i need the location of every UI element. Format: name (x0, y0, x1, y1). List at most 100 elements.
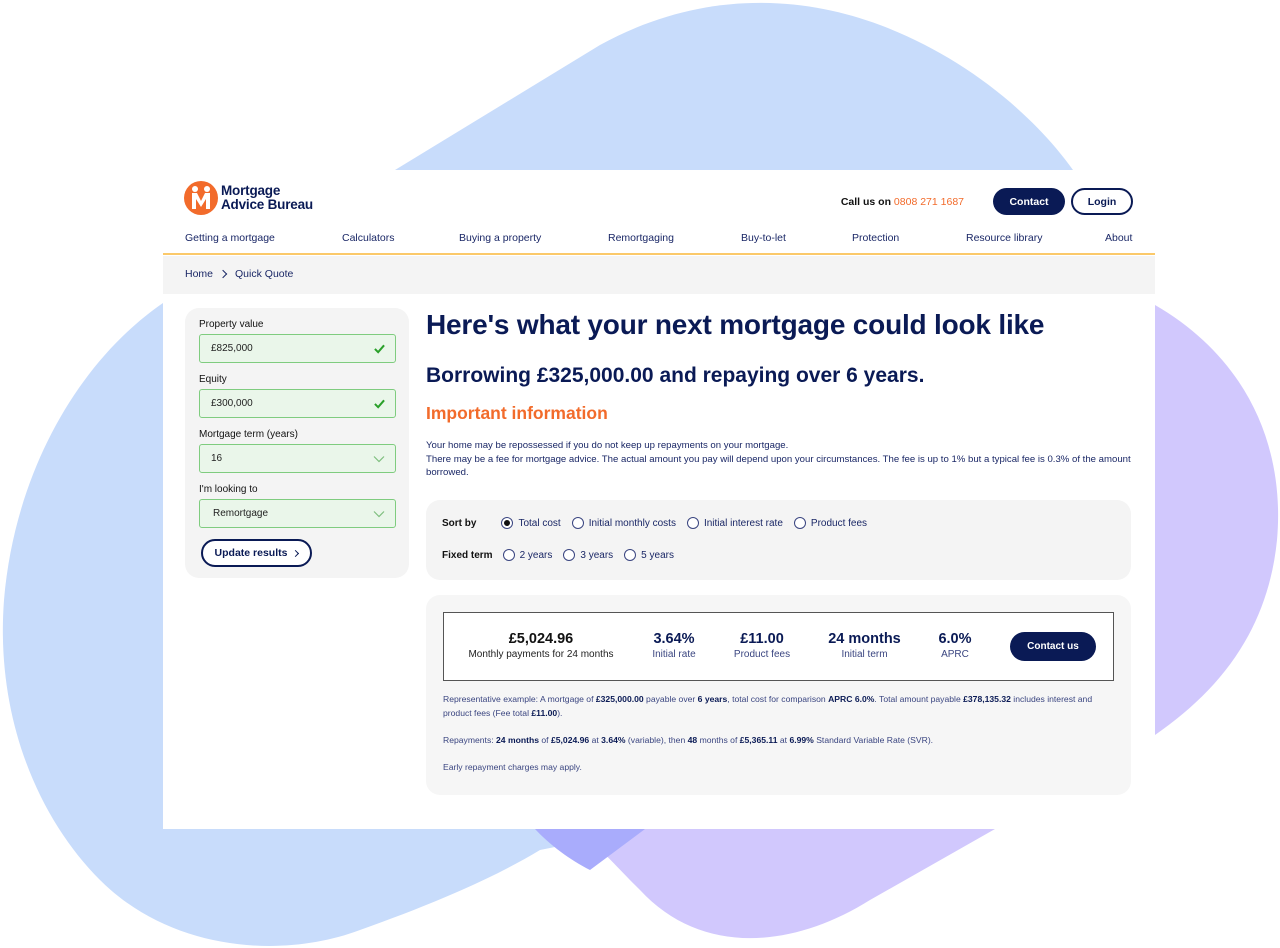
chevron-right-icon (292, 549, 300, 557)
results-intro: Here's what your next mortgage could loo… (426, 308, 1132, 480)
breadcrumb-bar: Home Quick Quote (163, 256, 1155, 294)
initial-term-label: Initial term (841, 649, 888, 660)
breadcrumb-current: Quick Quote (235, 268, 294, 280)
fixed-term-label: Fixed term (442, 549, 493, 561)
repay-initial-payment: £5,024.96 (550, 735, 590, 745)
nav-item-calculators[interactable]: Calculators (342, 232, 395, 244)
nav-item-getting-a-mortgage[interactable]: Getting a mortgage (185, 232, 275, 244)
initial-term-stat: 24 months Initial term (817, 631, 912, 662)
repay-text: (variable), then (625, 735, 688, 745)
initial-rate-stat: 3.64% Initial rate (644, 631, 704, 662)
sort-filter-panel: Sort by Total cost Initial monthly costs… (426, 500, 1131, 580)
sort-option-label: Product fees (810, 517, 868, 529)
repay-text: Repayments: (443, 735, 497, 745)
site-header: Mortgage Advice Bureau Call us on 0808 2… (163, 170, 1155, 232)
site-logo[interactable]: Mortgage Advice Bureau (184, 181, 313, 215)
sort-option-label: Total cost (518, 517, 561, 529)
repay-initial-months: 24 months (496, 735, 540, 745)
nav-item-resource-library[interactable]: Resource library (966, 232, 1042, 244)
nav-item-remortgaging[interactable]: Remortgaging (608, 232, 674, 244)
mortgage-term-select[interactable]: 16 (199, 444, 396, 473)
results-panel: £5,024.96 Monthly payments for 24 months… (426, 595, 1131, 795)
breadcrumb-home[interactable]: Home (185, 268, 213, 280)
repay-svr-rate: 6.99% (789, 735, 814, 745)
update-results-button[interactable]: Update results (201, 539, 312, 567)
breadcrumb: Home Quick Quote (185, 268, 293, 280)
property-value-input[interactable]: £825,000 (199, 334, 396, 363)
repay-later-payment: £5,365.11 (739, 735, 778, 745)
contact-button[interactable]: Contact (993, 188, 1065, 215)
fixed-term-5-years-radio[interactable]: 5 years (624, 549, 674, 561)
important-info-text: Your home may be repossessed if you do n… (426, 439, 1132, 480)
contact-us-button[interactable]: Contact us (1010, 632, 1096, 661)
page-card: Mortgage Advice Bureau Call us on 0808 2… (163, 170, 1155, 829)
repay-text: at (777, 735, 790, 745)
advice-fee-notice: There may be a fee for mortgage advice. … (426, 453, 1131, 479)
nav-item-buy-to-let[interactable]: Buy-to-let (741, 232, 786, 244)
radio-icon (571, 517, 584, 529)
repay-text: at (589, 735, 602, 745)
rep-text: Representative example: A mortgage of (443, 694, 596, 704)
header-actions: Call us on 0808 271 1687 Contact Login (841, 188, 1133, 215)
radio-icon (563, 549, 576, 561)
sort-by-label: Sort by (442, 517, 477, 529)
looking-to-select[interactable]: Remortgage (199, 499, 396, 528)
representative-example: Representative example: A mortgage of £3… (443, 693, 1113, 720)
nav-item-buying-a-property[interactable]: Buying a property (459, 232, 541, 244)
aprc-stat: 6.0% APRC (931, 631, 979, 662)
logo-line-1: Mortgage (221, 183, 281, 198)
sort-initial-interest-rate-radio[interactable]: Initial interest rate (686, 517, 783, 529)
looking-to-value: Remortgage (213, 508, 269, 519)
logo-text: Mortgage Advice Bureau (221, 184, 313, 212)
equity-text: £300,000 (211, 398, 253, 409)
repay-text: of (539, 735, 551, 745)
repay-initial-rate: 3.64% (601, 735, 626, 745)
product-fees-stat: £11.00 Product fees (727, 631, 797, 662)
rep-amount: £325,000.00 (595, 694, 644, 704)
equity-label: Equity (199, 374, 227, 385)
check-icon (374, 344, 385, 354)
mab-handshake-logo-icon (184, 181, 218, 215)
fixed-term-option-label: 2 years (519, 549, 553, 561)
phone-number-link[interactable]: 0808 271 1687 (894, 196, 964, 208)
sort-product-fees-radio[interactable]: Product fees (793, 517, 868, 529)
nav-item-about[interactable]: About (1105, 232, 1132, 244)
radio-icon (502, 549, 515, 561)
initial-rate-value: 3.64% (653, 631, 695, 647)
monthly-payment-label: Monthly payments for 24 months (468, 649, 614, 660)
sort-initial-monthly-costs-radio[interactable]: Initial monthly costs (571, 517, 676, 529)
chevron-down-icon (373, 510, 385, 517)
fixed-term-option-label: 3 years (580, 549, 614, 561)
sort-by-group: Sort by Total cost Initial monthly costs… (442, 517, 878, 529)
rep-total-payable: £378,135.32 (963, 694, 1011, 704)
check-icon (374, 399, 385, 409)
logo-line-2: Advice Bureau (221, 197, 313, 212)
important-info-heading: Important information (426, 403, 608, 423)
fixed-term-3-years-radio[interactable]: 3 years (563, 549, 613, 561)
early-repayment-notice: Early repayment charges may apply. (443, 762, 582, 772)
mortgage-term-label: Mortgage term (years) (199, 429, 298, 440)
initial-rate-label: Initial rate (652, 649, 696, 660)
equity-input[interactable]: £300,000 (199, 389, 396, 418)
rep-text: , total cost for comparison (727, 694, 829, 704)
rep-years: 6 years (697, 694, 728, 704)
rep-text: ). (557, 707, 563, 718)
monthly-payment-value: £5,024.96 (508, 631, 574, 647)
chevron-down-icon (373, 455, 385, 462)
fixed-term-2-years-radio[interactable]: 2 years (502, 549, 553, 561)
call-us-prefix: Call us on (840, 195, 891, 208)
login-button[interactable]: Login (1071, 188, 1133, 215)
blue-blob (395, 2, 1073, 170)
radio-icon (686, 517, 699, 529)
fixed-term-group: Fixed term 2 years 3 years 5 years (442, 549, 685, 561)
repayments-summary: Repayments: 24 months of £5,024.96 at 3.… (443, 734, 1113, 748)
property-value-label: Property value (199, 319, 264, 330)
sort-total-cost-radio[interactable]: Total cost (501, 517, 561, 529)
call-us-text: Call us on 0808 271 1687 (841, 196, 964, 208)
fixed-term-option-label: 5 years (641, 549, 674, 561)
mortgage-term-value: 16 (211, 453, 223, 464)
nav-item-protection[interactable]: Protection (852, 232, 899, 244)
radio-icon (624, 549, 637, 561)
radio-icon (793, 517, 806, 529)
sort-option-label: Initial interest rate (703, 517, 783, 529)
